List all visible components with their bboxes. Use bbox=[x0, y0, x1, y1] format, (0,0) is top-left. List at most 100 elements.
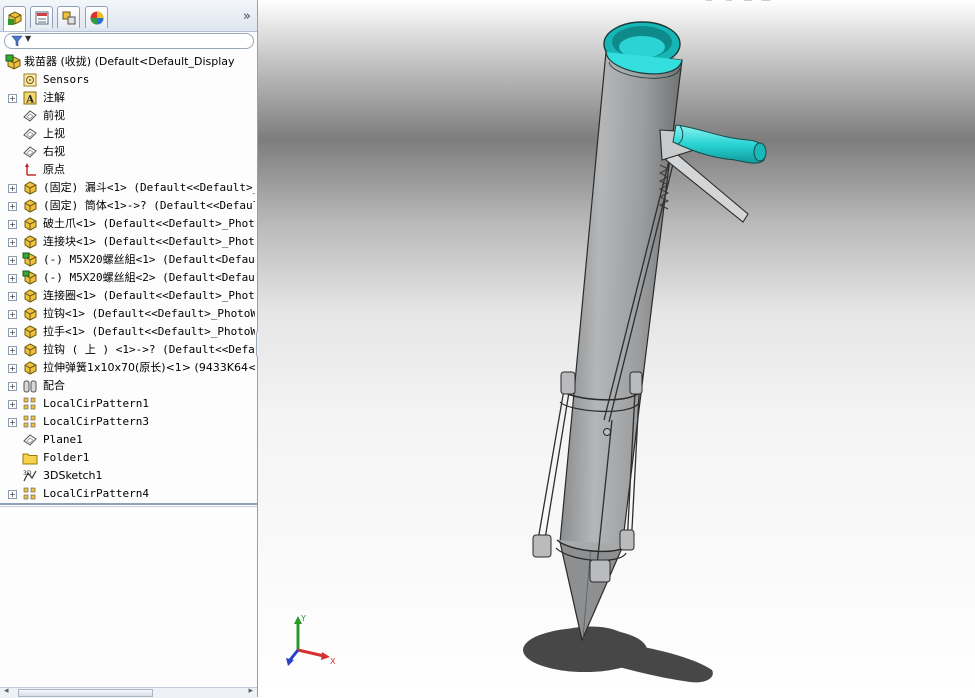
mates-icon bbox=[23, 380, 37, 393]
tree-item[interactable]: + (固定) 漏斗<1> (Default<<Default>_Pl bbox=[0, 179, 255, 197]
tree-item[interactable]: + (-) M5X20螺丝組<1> (Default<Default bbox=[0, 251, 255, 269]
panel-expand-button[interactable]: » bbox=[243, 9, 251, 24]
planter-3d-model bbox=[523, 21, 767, 683]
expand-toggle-icon[interactable]: + bbox=[8, 490, 17, 499]
tree-item-label: 右视 bbox=[43, 145, 65, 158]
subassembly-icon bbox=[22, 270, 37, 285]
graphics-area[interactable]: Y X bbox=[258, 0, 975, 697]
tree-item-label: 3DSketch1 bbox=[43, 469, 103, 482]
funnel-top bbox=[603, 21, 683, 79]
tree-item[interactable]: 上视 bbox=[0, 125, 255, 143]
tree-item-label: 拉钩<1> (Default<<Default>_PhotoWor bbox=[43, 307, 255, 320]
tree-item-label: 配合 bbox=[43, 379, 65, 392]
expand-toggle-icon[interactable]: + bbox=[8, 364, 17, 373]
tab-feature-manager[interactable] bbox=[3, 6, 26, 31]
expand-toggle-icon[interactable]: + bbox=[8, 202, 17, 211]
annotation-icon: A bbox=[23, 91, 37, 106]
tree-item-label: 上视 bbox=[43, 127, 65, 140]
tree-item[interactable]: + 拉手<1> (Default<<Default>_PhotoWor bbox=[0, 323, 255, 341]
part-icon bbox=[24, 325, 37, 339]
expand-toggle-icon[interactable]: + bbox=[8, 292, 17, 301]
part-icon bbox=[24, 361, 37, 375]
tree-item[interactable]: + A 注解 bbox=[0, 89, 255, 107]
tree-filter-input[interactable]: ▼ bbox=[4, 33, 254, 49]
tree-item[interactable]: Folder1 bbox=[0, 449, 255, 467]
svg-text:3D: 3D bbox=[23, 470, 32, 477]
tab-configuration-manager[interactable] bbox=[57, 6, 80, 28]
scrollbar-thumb[interactable] bbox=[18, 689, 153, 697]
tree-item[interactable]: Sensors bbox=[0, 71, 255, 89]
part-icon bbox=[24, 343, 37, 357]
property-manager-icon bbox=[35, 11, 49, 25]
tree-item[interactable]: + 配合 bbox=[0, 377, 255, 395]
triad-y-label: Y bbox=[300, 614, 306, 623]
tree-item[interactable]: + 拉钩<1> (Default<<Default>_PhotoWor bbox=[0, 305, 255, 323]
tree-item-label: (-) M5X20螺丝組<2> (Default<Default bbox=[43, 271, 255, 284]
coordinate-triad: Y X bbox=[286, 614, 336, 666]
tree-item-label: LocalCirPattern4 bbox=[43, 487, 149, 500]
expand-toggle-icon[interactable]: + bbox=[8, 274, 17, 283]
tab-display-manager[interactable] bbox=[85, 6, 108, 28]
tree-item[interactable]: + 拉钩 ( 上 ) <1>->? (Default<<Default> bbox=[0, 341, 255, 359]
tree-item[interactable]: + 拉伸弹簧1x10x70(原长)<1> (9433K64<D bbox=[0, 359, 255, 377]
tree-item-label: 连接块<1> (Default<<Default>_PhotoW bbox=[43, 235, 255, 248]
expand-toggle-icon[interactable]: + bbox=[8, 238, 17, 247]
tube-cone-tip bbox=[559, 541, 623, 642]
tree-item[interactable]: + 破土爪<1> (Default<<Default>_PhotoW bbox=[0, 215, 255, 233]
plane-icon bbox=[23, 434, 37, 446]
tree-item-label: 连接圈<1> (Default<<Default>_PhotoW bbox=[43, 289, 255, 302]
configuration-manager-icon bbox=[62, 11, 76, 25]
tree-item-label: 注解 bbox=[43, 91, 65, 104]
tree-horizontal-scrollbar[interactable]: ◂ ▸ bbox=[0, 686, 257, 698]
expand-toggle-icon[interactable]: + bbox=[8, 94, 17, 103]
tree-item[interactable]: + (-) M5X20螺丝組<2> (Default<Default bbox=[0, 269, 255, 287]
assembly-icon bbox=[5, 54, 21, 70]
tree-item-label: LocalCirPattern1 bbox=[43, 397, 149, 410]
tree-item[interactable]: 前视 bbox=[0, 107, 255, 125]
tree-item-label: 拉伸弹簧1x10x70(原长)<1> (9433K64<D bbox=[43, 361, 255, 374]
tree-item[interactable]: + LocalCirPattern1 bbox=[0, 395, 255, 413]
tree-item[interactable]: + 连接块<1> (Default<<Default>_PhotoW bbox=[0, 233, 255, 251]
part-icon bbox=[24, 235, 37, 249]
tree-item[interactable]: 原点 bbox=[0, 161, 255, 179]
expand-toggle-icon[interactable]: + bbox=[8, 382, 17, 391]
feature-tree-icon bbox=[8, 11, 22, 25]
expand-toggle-icon[interactable]: + bbox=[8, 184, 17, 193]
tree-item-label: (固定) 筒体<1>->? (Default<<Default bbox=[43, 199, 255, 212]
tree-item-label: 拉钩 ( 上 ) <1>->? (Default<<Default> bbox=[43, 343, 255, 356]
tree-item[interactable]: + LocalCirPattern4 bbox=[0, 485, 255, 503]
tree-item[interactable]: + LocalCirPattern3 bbox=[0, 413, 255, 431]
scroll-right-icon[interactable]: ▸ bbox=[248, 686, 253, 696]
expand-toggle-icon[interactable]: + bbox=[8, 220, 17, 229]
expand-toggle-icon[interactable]: + bbox=[8, 418, 17, 427]
pattern-icon bbox=[23, 487, 36, 500]
scroll-left-icon[interactable]: ◂ bbox=[4, 686, 9, 696]
filter-dropdown-icon[interactable]: ▼ bbox=[25, 34, 31, 43]
tube-body bbox=[559, 51, 683, 549]
expand-toggle-icon[interactable]: + bbox=[8, 400, 17, 409]
plane-icon bbox=[23, 128, 37, 140]
feature-tree: 栽苗器 (收拢) (Default<Default_Display Sensor… bbox=[0, 53, 256, 503]
expand-toggle-icon[interactable]: + bbox=[8, 346, 17, 355]
expand-toggle-icon[interactable]: + bbox=[8, 310, 17, 319]
sketch3d-icon: 3D bbox=[23, 470, 37, 482]
tree-item-label: (-) M5X20螺丝組<1> (Default<Default bbox=[43, 253, 255, 266]
tree-item-label: (固定) 漏斗<1> (Default<<Default>_Pl bbox=[43, 181, 255, 194]
expand-toggle-icon[interactable]: + bbox=[8, 256, 17, 265]
tree-item[interactable]: + (固定) 筒体<1>->? (Default<<Default bbox=[0, 197, 255, 215]
expand-toggle-icon[interactable]: + bbox=[8, 328, 17, 337]
tree-root-assembly[interactable]: 栽苗器 (收拢) (Default<Default_Display bbox=[0, 53, 255, 71]
tree-item[interactable]: 右视 bbox=[0, 143, 255, 161]
tree-item[interactable]: + 连接圈<1> (Default<<Default>_PhotoW bbox=[0, 287, 255, 305]
tree-item-label: 原点 bbox=[43, 163, 65, 176]
lever-arm bbox=[665, 149, 749, 223]
tree-item[interactable]: 3D 3DSketch1 bbox=[0, 467, 255, 485]
svg-text:A: A bbox=[25, 95, 34, 106]
tree-item-label: LocalCirPattern3 bbox=[43, 415, 149, 428]
tree-item[interactable]: Plane1 bbox=[0, 431, 255, 449]
triad-x-label: X bbox=[330, 657, 336, 666]
pattern-icon bbox=[23, 397, 36, 410]
sensors-icon bbox=[23, 73, 37, 87]
tab-property-manager[interactable] bbox=[30, 6, 53, 28]
tree-item-label: Folder1 bbox=[43, 451, 90, 464]
